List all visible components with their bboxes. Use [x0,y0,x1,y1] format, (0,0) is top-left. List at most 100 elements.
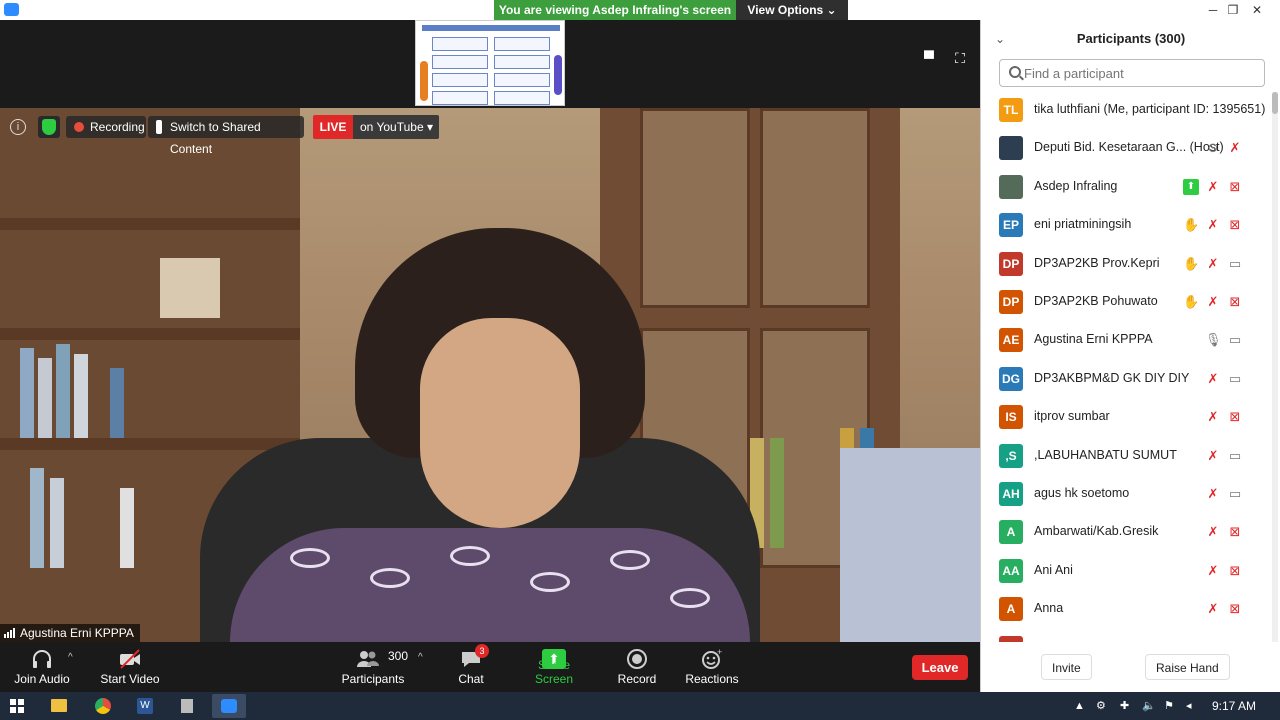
antivirus-tray-icon[interactable]: ✚ [1120,692,1129,720]
invite-button[interactable]: Invite [1041,654,1092,680]
volume-tray-icon[interactable]: 🔈 [1142,692,1156,720]
chat-unread-badge: 3 [475,644,489,658]
mic-off-icon[interactable]: ✗ [1205,294,1221,310]
view-options-button[interactable]: View Options ⌄ [736,0,848,20]
word-taskbar-icon[interactable]: W [128,694,162,718]
hand-icon[interactable]: ✋ [1183,256,1199,272]
chair-cloth [840,448,980,642]
find-participant-input[interactable] [999,59,1265,87]
mic-off-icon[interactable]: ✗ [1205,524,1221,540]
action-center-flag-icon[interactable]: ⚑ [1164,692,1174,720]
shelf-plank [0,218,300,230]
taskbar-clock[interactable]: 9:17 AM [1212,692,1256,720]
mic-off-icon[interactable]: ✗ [1227,140,1243,156]
reactions-button[interactable]: + Reactions [684,642,740,692]
cam-off-icon[interactable]: ⊠ [1227,217,1243,233]
cam-on-icon[interactable]: ▭ [1227,486,1243,502]
meeting-info-icon[interactable]: i [10,119,26,135]
mic-off-icon[interactable]: ✗ [1205,179,1221,195]
hand-icon[interactable]: ✋ [1183,217,1199,233]
mic-off-icon[interactable]: ✗ [1205,563,1221,579]
chat-button[interactable]: 3 Chat [450,642,492,692]
svg-text:+: + [717,648,722,657]
mic-off-icon[interactable]: ✗ [1205,448,1221,464]
cam-off-icon[interactable]: ⊠ [1227,524,1243,540]
mic-off-icon[interactable]: ✗ [1205,217,1221,233]
zoom-taskbar-icon[interactable] [212,694,246,718]
raise-hand-button[interactable]: Raise Hand [1145,654,1230,680]
join-audio-button[interactable]: Join Audio [8,642,76,692]
file-explorer-taskbar-icon[interactable] [42,694,76,718]
start-video-button[interactable]: Start Video [96,642,164,692]
minimize-icon[interactable]: ─ [1202,0,1224,20]
fullscreen-icon[interactable]: ⛶ [951,50,969,66]
shared-screen-thumbnail[interactable] [415,20,565,106]
share-screen-button[interactable]: ⬆ Share Screen [518,642,590,692]
participant-list[interactable]: TL tika luthfiani (Me, participant ID: 13… [981,90,1271,642]
cam-on-icon[interactable]: ▭ [1227,371,1243,387]
mic-off-icon[interactable]: ✗ [1205,409,1221,425]
participant-row[interactable]: Deputi Bid. Kesetaraan G... (Host) ✗ ⊙ [981,128,1271,166]
cam-on-icon[interactable]: ▭ [1227,448,1243,464]
reactions-label: Reactions [685,672,739,686]
host-icon[interactable]: ⊙ [1205,140,1221,156]
participant-name: Anna [1034,601,1064,616]
mic-off-icon[interactable]: ✗ [1205,601,1221,617]
chrome-taskbar-icon[interactable] [86,694,120,718]
thumbnail-box [494,37,550,51]
maximize-icon[interactable]: ❐ [1222,0,1244,20]
audio-options-caret[interactable]: ^ [68,652,73,663]
tray-overflow-icon[interactable]: ▲ [1074,692,1085,720]
participant-row[interactable]: AA Ani Ani ⊠ ✗ [981,551,1271,589]
recording-label: Recording [90,120,145,134]
security-shield-icon[interactable] [38,116,60,138]
participant-list-scroll-thumb[interactable] [1272,92,1278,114]
participant-row[interactable]: IS itprov sumbar ⊠ ✗ [981,397,1271,435]
leave-button[interactable]: Leave [912,655,968,680]
participant-row[interactable]: ,S ,LABUHANBATU SUMUT ▭ ✗ [981,436,1271,474]
participant-row[interactable]: DP DP3AP2KB Pohuwato ⊠ ✗ ✋ [981,282,1271,320]
cam-off-icon[interactable]: ⊠ [1227,409,1243,425]
cam-off-icon[interactable]: ⊠ [1227,563,1243,579]
share-icon[interactable]: ⬆ [1183,178,1199,195]
participant-row[interactable]: A Anna ⊠ ✗ [981,589,1271,627]
participants-button[interactable]: 300 Participants [340,642,408,692]
mic-off-icon[interactable]: ✗ [1205,486,1221,502]
cam-off-icon[interactable]: ⊠ [1227,179,1243,195]
layout-icon[interactable]: ▀ [920,50,938,66]
mic-off-icon[interactable]: ✗ [1205,371,1221,387]
participant-row[interactable]: DG DP3AKBPM&D GK DIY DIY ▭ ✗ [981,359,1271,397]
live-on-youtube-dropdown[interactable]: on YouTube ▾ [353,115,439,139]
participant-row[interactable]: DP DP3AP2KB Prov.Kepri ▭ ✗ ✋ [981,244,1271,282]
participant-row[interactable]: EP eni priatminingsih ⊠ ✗ ✋ [981,205,1271,243]
cam-on-icon[interactable]: ▭ [1227,256,1243,272]
speaker-tray-icon[interactable]: ◂ [1186,692,1192,720]
participant-row[interactable] [981,628,1271,642]
participant-avatar: DG [999,366,1023,391]
cam-off-icon[interactable]: ⊠ [1227,294,1243,310]
network-tray-icon[interactable]: ⚙ [1096,692,1106,720]
hand-icon[interactable]: ✋ [1183,294,1199,310]
participant-row[interactable]: AH agus hk soetomo ▭ ✗ [981,474,1271,512]
participant-row[interactable]: TL tika luthfiani (Me, participant ID: 13… [981,90,1271,128]
participant-list-scrollbar[interactable] [1272,92,1278,642]
participant-row[interactable]: AE Agustina Erni KPPPA ▭ 🎙 [981,320,1271,358]
cam-on-icon[interactable]: ▭ [1227,332,1243,348]
recording-indicator[interactable]: Recording [66,116,146,138]
close-icon[interactable]: ✕ [1246,0,1268,20]
mic-on-icon[interactable]: 🎙 [1205,332,1222,348]
media-player-taskbar-icon[interactable] [170,694,204,718]
participants-options-caret[interactable]: ^ [418,652,423,663]
participant-row[interactable]: Asdep Infraling ⊠ ✗ ⬆ [981,167,1271,205]
mic-off-icon[interactable]: ✗ [1205,256,1221,272]
windows-start-icon[interactable] [10,699,24,713]
cam-off-icon[interactable]: ⊠ [1227,601,1243,617]
participant-name: Asdep Infraling [1034,178,1118,193]
live-badge[interactable]: LIVE [313,115,353,139]
participant-name: DP3AP2KB Prov.Kepri [1034,255,1160,270]
switch-to-shared-content-button[interactable]: Switch to Shared Content [148,116,304,156]
participant-avatar [999,174,1023,199]
join-audio-label: Join Audio [14,672,70,686]
record-button[interactable]: Record [614,642,660,692]
participant-row[interactable]: A Ambarwati/Kab.Gresik ⊠ ✗ [981,512,1271,550]
